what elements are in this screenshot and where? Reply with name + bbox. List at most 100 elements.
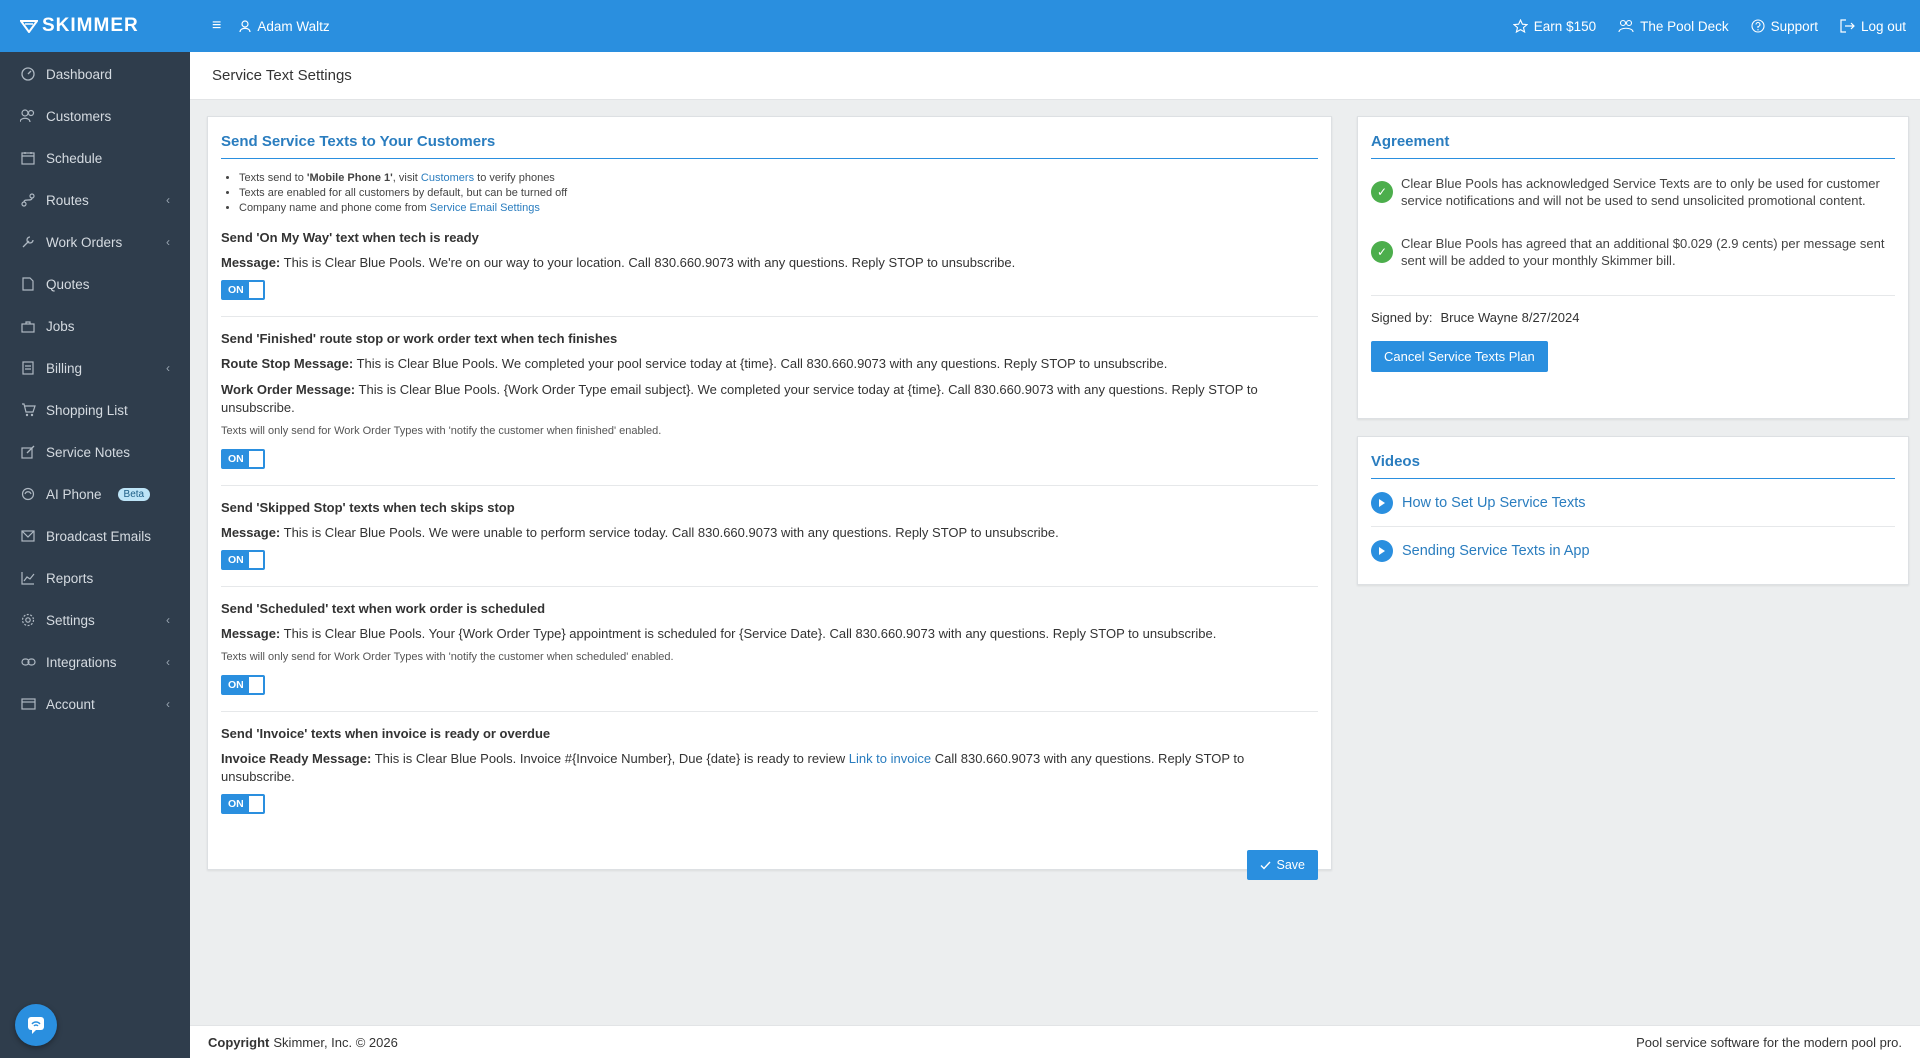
scheduled-toggle[interactable]: ON (221, 675, 265, 695)
copyright-text: Skimmer, Inc. © 2026 (273, 1034, 398, 1050)
cancel-plan-button[interactable]: Cancel Service Texts Plan (1371, 341, 1548, 372)
play-icon (1371, 491, 1393, 514)
chevron-left-icon: ‹ (166, 655, 170, 669)
edit-icon (20, 444, 36, 460)
message-text: Route Stop Message: This is Clear Blue P… (221, 355, 1318, 373)
help-circle-icon (1751, 19, 1765, 33)
on-my-way-section: Send 'On My Way' text when tech is ready… (221, 216, 1318, 317)
sidebar-item-jobs[interactable]: Jobs (0, 305, 190, 347)
user-name: Adam Waltz (257, 18, 330, 34)
gauge-icon (20, 66, 36, 82)
beta-badge: Beta (117, 487, 151, 501)
note-text: to verify phones (474, 172, 555, 184)
sidebar-item-label: Quotes (46, 276, 90, 292)
top-bar: ≡ Adam Waltz Earn $150 The Pool Deck Sup… (190, 0, 1920, 52)
sidebar-item-quotes[interactable]: Quotes (0, 263, 190, 305)
earn-link[interactable]: Earn $150 (1512, 18, 1597, 34)
hamburger-menu-icon[interactable]: ≡ (212, 17, 221, 35)
message-text: Message: This is Clear Blue Pools. Your … (221, 625, 1318, 643)
message-body: This is Clear Blue Pools. Your {Work Ord… (283, 626, 1217, 641)
card-icon (20, 696, 36, 712)
sidebar-item-ai-phone[interactable]: AI Phone Beta (0, 473, 190, 515)
user-icon (239, 19, 251, 32)
note-item: Texts send to 'Mobile Phone 1', visit Cu… (239, 171, 1318, 186)
sidebar-item-label: Routes (46, 192, 89, 208)
tagline: Pool service software for the modern poo… (1636, 1034, 1902, 1050)
signed-label: Signed by: (1371, 310, 1433, 325)
section-title: Send 'On My Way' text when tech is ready (221, 230, 479, 245)
toggle-label: ON (228, 284, 244, 296)
routes-icon (20, 192, 36, 208)
video-link[interactable]: How to Set Up Service Texts (1371, 479, 1895, 527)
message-label: Work Order Message: (221, 382, 356, 397)
message-body: This is Clear Blue Pools. We were unable… (283, 525, 1059, 540)
chat-widget-button[interactable] (15, 1004, 57, 1046)
sidebar-item-broadcast-emails[interactable]: Broadcast Emails (0, 515, 190, 557)
note-item: Company name and phone come from Service… (239, 201, 1318, 216)
sidebar-item-shopping-list[interactable]: Shopping List (0, 389, 190, 431)
sidebar-item-label: Billing (46, 360, 83, 376)
save-row: Save (221, 850, 1318, 880)
logout-link[interactable]: Log out (1840, 19, 1906, 34)
chart-line-icon (20, 570, 36, 586)
chevron-left-icon: ‹ (166, 613, 170, 627)
note-text: Texts will only send for Work Order Type… (221, 425, 662, 437)
note-bold: 'Mobile Phone 1' (306, 172, 393, 184)
sidebar-item-label: Account (46, 696, 95, 712)
support-link[interactable]: Support (1751, 19, 1818, 34)
wrench-icon (20, 234, 36, 250)
logo-bar: SKIMMER (0, 0, 190, 52)
invoice-section: Send 'Invoice' texts when invoice is rea… (221, 712, 1318, 830)
user-menu[interactable]: Adam Waltz (239, 18, 330, 34)
video-link[interactable]: Sending Service Texts in App (1371, 527, 1895, 575)
star-icon (1512, 19, 1528, 33)
sidebar-item-label: Dashboard (46, 66, 113, 82)
check-circle-icon: ✓ (1371, 181, 1393, 203)
invoice-toggle[interactable]: ON (221, 794, 265, 814)
service-texts-panel: Send Service Texts to Your Customers Tex… (207, 116, 1332, 880)
sidebar-item-label: Broadcast Emails (46, 528, 152, 544)
sidebar-item-integrations[interactable]: Integrations ‹ (0, 641, 190, 683)
quote-doc-icon (20, 276, 36, 292)
save-button[interactable]: Save (1246, 850, 1318, 880)
sidebar-item-label: Service Notes (46, 444, 131, 460)
note-text: Texts will only send for Work Order Type… (221, 651, 674, 663)
sidebar-item-work-orders[interactable]: Work Orders ‹ (0, 221, 190, 263)
community-icon (1618, 19, 1634, 33)
sidebar-item-service-notes[interactable]: Service Notes (0, 431, 190, 473)
top-links: Earn $150 The Pool Deck Support Log out (1512, 18, 1906, 34)
sidebar-item-settings[interactable]: Settings ‹ (0, 599, 190, 641)
earn-label: Earn $150 (1533, 18, 1597, 34)
message-text: Invoice Ready Message: This is Clear Blu… (221, 750, 1318, 786)
finished-toggle[interactable]: ON (221, 449, 265, 469)
sidebar-item-routes[interactable]: Routes ‹ (0, 179, 190, 221)
invoice-link[interactable]: Link to invoice (849, 751, 931, 766)
message-label: Message: (221, 255, 281, 270)
on-my-way-toggle[interactable]: ON (221, 280, 265, 300)
logo[interactable]: SKIMMER (20, 15, 139, 37)
sidebar-item-customers[interactable]: Customers (0, 95, 190, 137)
toggle-knob (249, 451, 263, 467)
message-body: This is Clear Blue Pools. We're on our w… (283, 255, 1016, 270)
video-title: How to Set Up Service Texts (1402, 494, 1586, 511)
message-body: This is Clear Blue Pools. {Work Order Ty… (221, 382, 1258, 415)
sidebar-item-billing[interactable]: Billing ‹ (0, 347, 190, 389)
sidebar-item-account[interactable]: Account ‹ (0, 683, 190, 725)
sidebar-item-schedule[interactable]: Schedule (0, 137, 190, 179)
skipped-toggle[interactable]: ON (221, 550, 265, 570)
billing-icon (20, 360, 36, 376)
agreement-item: ✓ Clear Blue Pools has agreed that an ad… (1371, 231, 1895, 296)
sidebar-item-label: Work Orders (46, 234, 123, 250)
sidebar: SKIMMER Dashboard Customers Schedule Rou… (0, 0, 190, 1058)
briefcase-icon (20, 318, 36, 334)
service-email-settings-link[interactable]: Service Email Settings (430, 202, 540, 214)
check-icon (1260, 861, 1271, 870)
sidebar-item-label: Reports (46, 570, 94, 586)
logo-text: SKIMMER (42, 15, 139, 36)
logout-icon (1840, 19, 1855, 33)
sidebar-item-reports[interactable]: Reports (0, 557, 190, 599)
pool-deck-link[interactable]: The Pool Deck (1618, 19, 1729, 34)
sidebar-item-label: AI Phone (46, 486, 102, 502)
customers-link[interactable]: Customers (421, 172, 474, 184)
sidebar-item-dashboard[interactable]: Dashboard (0, 53, 190, 95)
